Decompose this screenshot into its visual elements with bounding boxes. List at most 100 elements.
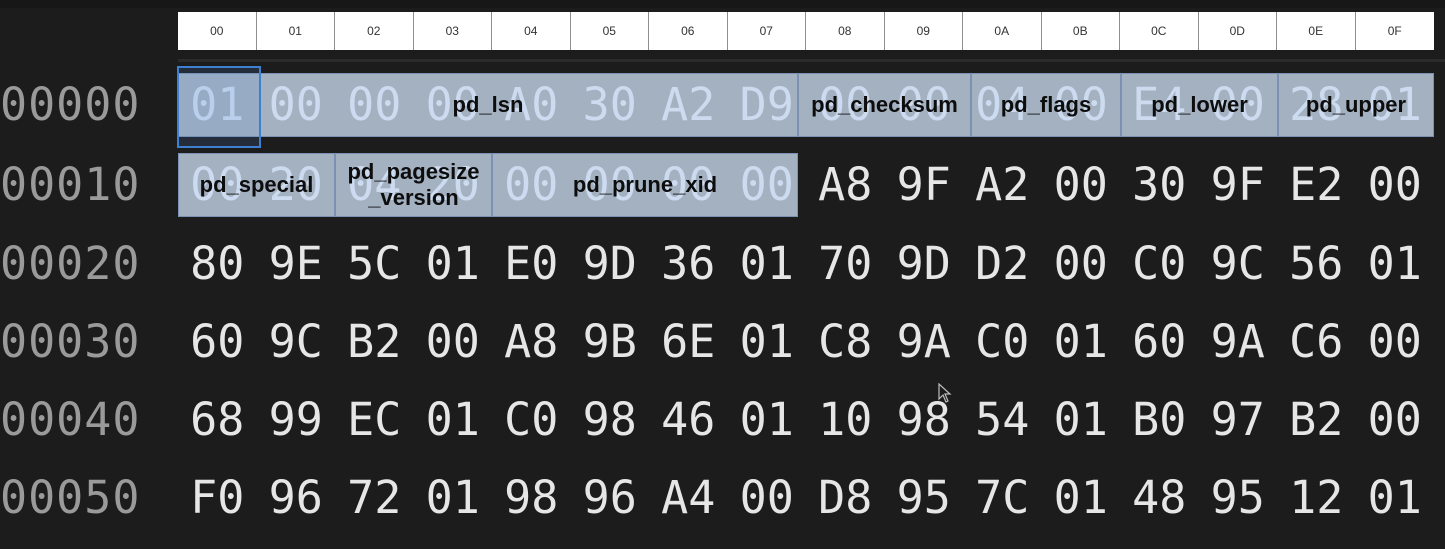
hex-byte[interactable]: B2: [335, 303, 414, 381]
hex-row: F0 96 72 01 98 96 A4 00 D8 95 7C 01 48 9…: [178, 459, 1434, 537]
column-header: 08: [806, 12, 885, 50]
field-label: pd_prune_xid: [572, 172, 718, 197]
hex-row: 68 99 EC 01 C0 98 46 01 10 98 54 01 B0 9…: [178, 381, 1434, 459]
field-pd-pagesize-version[interactable]: pd_pagesize _version: [335, 153, 492, 217]
hex-byte[interactable]: 01: [1356, 225, 1435, 303]
hex-byte[interactable]: 72: [335, 459, 414, 537]
hex-byte[interactable]: 6E: [649, 303, 728, 381]
hex-byte[interactable]: C0: [963, 303, 1042, 381]
hex-byte[interactable]: 96: [571, 459, 650, 537]
hex-byte[interactable]: 01: [1356, 459, 1435, 537]
hex-byte[interactable]: 60: [1120, 303, 1199, 381]
field-pd-prune-xid[interactable]: pd_prune_xid: [492, 153, 798, 217]
column-header: 01: [257, 12, 335, 50]
hex-byte[interactable]: B0: [1120, 381, 1199, 459]
hex-byte[interactable]: 56: [1277, 225, 1356, 303]
hex-byte[interactable]: A8: [806, 146, 885, 224]
hex-byte[interactable]: 9F: [1199, 146, 1278, 224]
hex-byte[interactable]: 01: [728, 303, 807, 381]
column-header: 0C: [1120, 12, 1199, 50]
hex-byte[interactable]: 12: [1277, 459, 1356, 537]
hex-byte[interactable]: 9B: [571, 303, 650, 381]
hex-byte[interactable]: 98: [571, 381, 650, 459]
hex-byte[interactable]: 9E: [257, 225, 336, 303]
hex-byte[interactable]: 46: [649, 381, 728, 459]
hex-byte[interactable]: 00: [1356, 303, 1435, 381]
hex-byte[interactable]: 01: [1042, 303, 1121, 381]
hex-byte[interactable]: 99: [257, 381, 336, 459]
hex-byte[interactable]: D8: [806, 459, 885, 537]
hex-byte[interactable]: 01: [728, 225, 807, 303]
hex-byte[interactable]: A2: [963, 146, 1042, 224]
field-pd-upper[interactable]: pd_upper: [1278, 73, 1434, 137]
column-header: 07: [728, 12, 806, 50]
field-pd-special[interactable]: pd_special: [178, 153, 335, 217]
hex-byte[interactable]: 36: [649, 225, 728, 303]
hex-byte[interactable]: B2: [1277, 381, 1356, 459]
hex-byte[interactable]: 01: [1042, 381, 1121, 459]
column-header-row: 00 01 02 03 04 05 06 07 08 09 0A 0B 0C 0…: [178, 12, 1434, 50]
hex-byte[interactable]: F0: [178, 459, 257, 537]
hex-byte[interactable]: 9C: [257, 303, 336, 381]
hex-byte[interactable]: E0: [492, 225, 571, 303]
hex-byte[interactable]: 95: [1199, 459, 1278, 537]
field-label-line2: _version: [368, 185, 459, 210]
hex-byte[interactable]: A8: [492, 303, 571, 381]
hex-byte[interactable]: C8: [806, 303, 885, 381]
hex-byte[interactable]: 01: [414, 459, 493, 537]
field-pd-lower[interactable]: pd_lower: [1121, 73, 1278, 137]
row-offset: 00000: [0, 78, 141, 131]
hex-byte[interactable]: 98: [492, 459, 571, 537]
hex-byte[interactable]: C0: [1120, 225, 1199, 303]
hex-byte[interactable]: C6: [1277, 303, 1356, 381]
column-header: 02: [335, 12, 414, 50]
hex-byte[interactable]: 60: [178, 303, 257, 381]
hex-byte[interactable]: 9D: [885, 225, 964, 303]
hex-byte[interactable]: 97: [1199, 381, 1278, 459]
field-label: pd_upper: [1305, 92, 1407, 117]
hex-byte[interactable]: 95: [885, 459, 964, 537]
hex-byte[interactable]: 70: [806, 225, 885, 303]
hex-byte[interactable]: A4: [649, 459, 728, 537]
hex-byte[interactable]: 7C: [963, 459, 1042, 537]
hex-row: 80 9E 5C 01 E0 9D 36 01 70 9D D2 00 C0 9…: [178, 225, 1434, 303]
hex-byte[interactable]: 10: [806, 381, 885, 459]
hex-byte[interactable]: 9C: [1199, 225, 1278, 303]
hex-byte[interactable]: 01: [1042, 459, 1121, 537]
hex-byte[interactable]: 9F: [885, 146, 964, 224]
hex-byte[interactable]: E2: [1277, 146, 1356, 224]
hex-byte[interactable]: D2: [963, 225, 1042, 303]
hex-byte[interactable]: 9A: [885, 303, 964, 381]
hex-byte[interactable]: 00: [414, 303, 493, 381]
hex-byte[interactable]: 00: [1356, 146, 1435, 224]
hex-byte[interactable]: 00: [1042, 146, 1121, 224]
hex-byte[interactable]: 96: [257, 459, 336, 537]
hex-byte[interactable]: 9A: [1199, 303, 1278, 381]
hex-byte[interactable]: 01: [414, 225, 493, 303]
column-header: 03: [414, 12, 492, 50]
hex-byte[interactable]: 80: [178, 225, 257, 303]
top-strip: [0, 0, 1445, 8]
hex-byte[interactable]: 68: [178, 381, 257, 459]
hex-byte[interactable]: C0: [492, 381, 571, 459]
column-header: 0B: [1042, 12, 1120, 50]
field-pd-flags[interactable]: pd_flags: [971, 73, 1121, 137]
field-pd-checksum[interactable]: pd_checksum: [798, 73, 971, 137]
field-label: pd_lower: [1151, 92, 1248, 117]
field-pd-lsn[interactable]: pd_lsn: [178, 73, 798, 137]
column-header: 0A: [963, 12, 1042, 50]
hex-byte[interactable]: 5C: [335, 225, 414, 303]
hex-byte[interactable]: 30: [1120, 146, 1199, 224]
hex-byte[interactable]: 9D: [571, 225, 650, 303]
header-divider: [178, 59, 1445, 62]
hex-byte[interactable]: 01: [728, 381, 807, 459]
hex-byte[interactable]: 48: [1120, 459, 1199, 537]
hex-byte[interactable]: 01: [414, 381, 493, 459]
row-offset: 00030: [0, 315, 141, 368]
hex-byte[interactable]: 00: [728, 459, 807, 537]
column-header: 05: [571, 12, 649, 50]
hex-byte[interactable]: 00: [1356, 381, 1435, 459]
hex-byte[interactable]: 00: [1042, 225, 1121, 303]
hex-byte[interactable]: 54: [963, 381, 1042, 459]
hex-byte[interactable]: EC: [335, 381, 414, 459]
